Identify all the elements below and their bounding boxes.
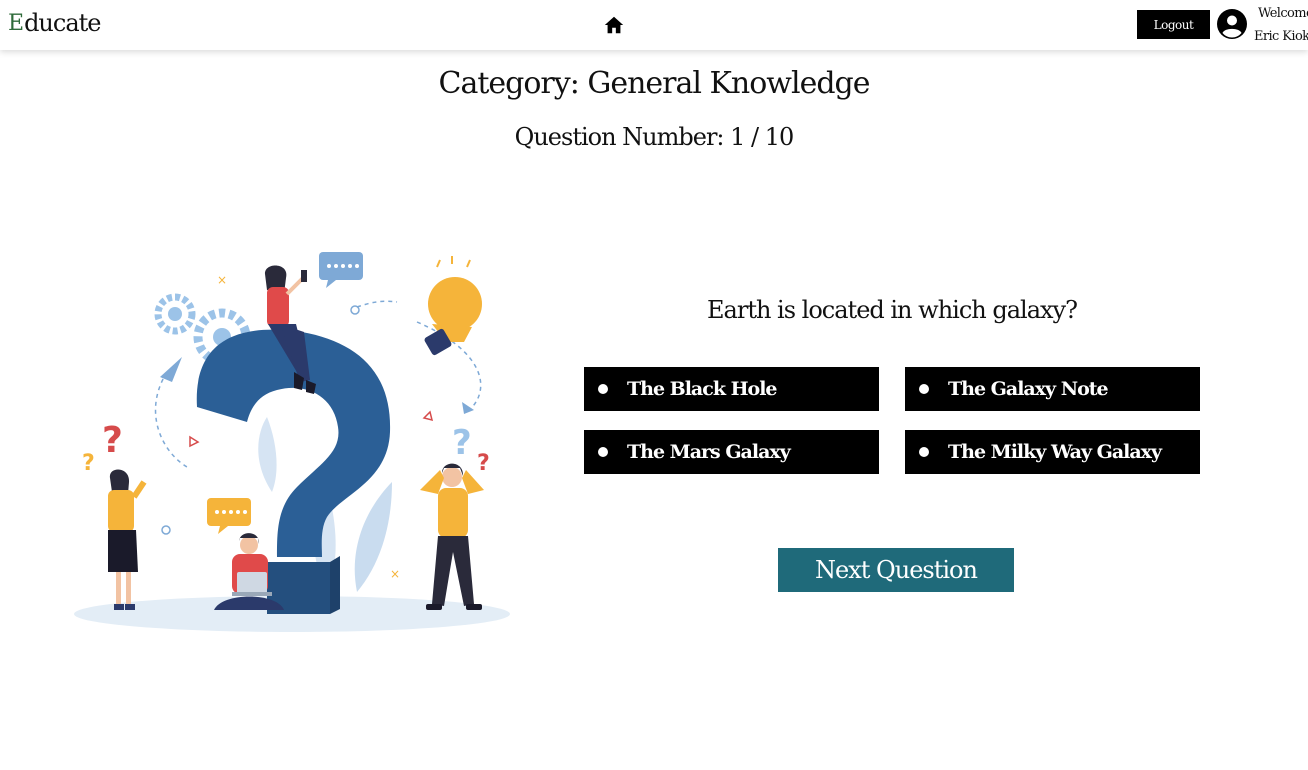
question-text: Earth is located in which galaxy?	[707, 296, 1078, 324]
answer-option-label: The Galaxy Note	[948, 378, 1109, 400]
brand-logo[interactable]: E ducate	[8, 9, 101, 37]
welcome-label: Welcome	[1258, 6, 1308, 21]
brand-text: ducate	[24, 9, 101, 37]
question-number: Question Number: 1 / 10	[514, 123, 795, 151]
welcome-text: Welcome Eric Kioko	[1254, 2, 1308, 48]
next-question-button[interactable]: Next Question	[778, 548, 1014, 592]
svg-text:?: ?	[82, 451, 95, 476]
username: Eric Kioko	[1254, 29, 1308, 44]
answer-option-label: The Black Hole	[627, 378, 778, 400]
answer-option-label: The Mars Galaxy	[627, 441, 791, 463]
svg-text:?: ?	[102, 420, 123, 461]
bullet-icon	[598, 447, 608, 457]
svg-text:?: ?	[477, 451, 490, 476]
logout-button[interactable]: Logout	[1137, 10, 1210, 39]
category-title: Category: General Knowledge	[438, 66, 871, 101]
svg-text:×: ×	[390, 567, 400, 581]
bullet-icon	[598, 384, 608, 394]
answer-option[interactable]: The Milky Way Galaxy	[905, 430, 1200, 474]
navbar: E ducate Logout Welcome Eric Kioko	[0, 0, 1308, 50]
answer-option[interactable]: The Black Hole	[584, 367, 879, 411]
answer-option[interactable]: The Galaxy Note	[905, 367, 1200, 411]
brand-mark: E	[8, 10, 24, 36]
svg-text:×: ×	[217, 273, 227, 287]
answer-option[interactable]: The Mars Galaxy	[584, 430, 879, 474]
bullet-icon	[919, 384, 929, 394]
user-circle-icon[interactable]	[1217, 9, 1247, 39]
bullet-icon	[919, 447, 929, 457]
answer-option-label: The Milky Way Galaxy	[948, 441, 1162, 463]
quiz-illustration: ? ? ? ? × ×	[74, 252, 510, 632]
home-icon[interactable]	[603, 14, 625, 36]
svg-text:?: ?	[452, 423, 472, 463]
